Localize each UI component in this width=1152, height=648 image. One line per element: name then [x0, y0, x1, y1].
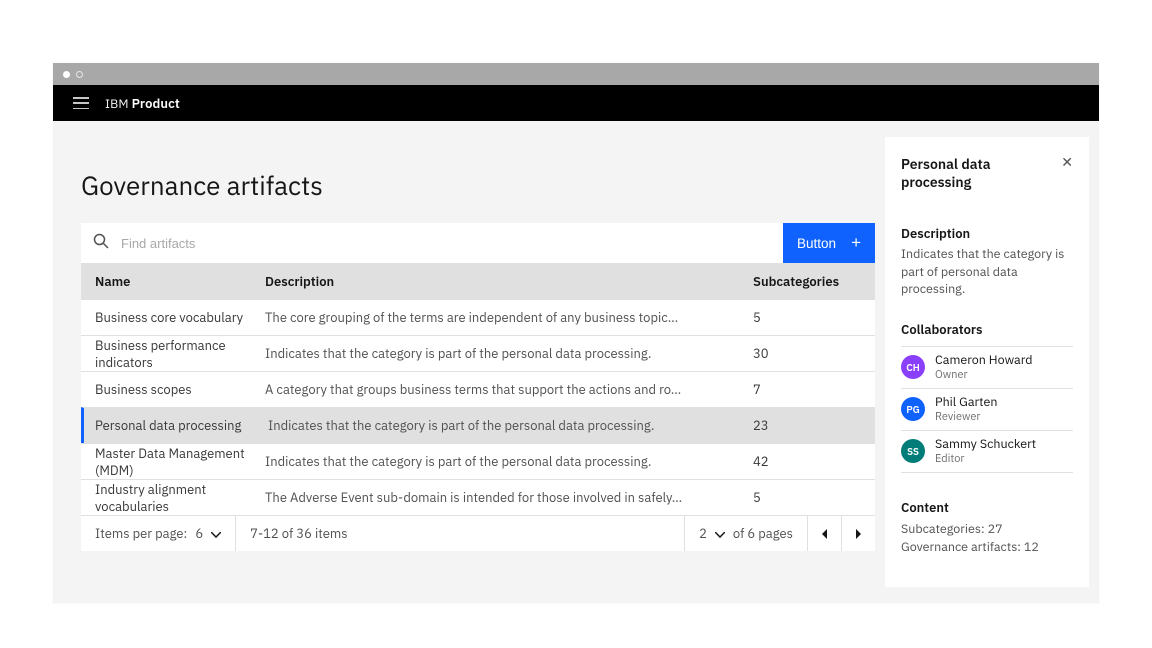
close-icon[interactable]: ✕ [1061, 155, 1073, 169]
current-page: 2 [699, 525, 707, 542]
items-per-page[interactable]: Items per page: 6 [81, 516, 236, 551]
cell-subcategories: 5 [753, 309, 875, 326]
collaborators-list: CH Cameron HowardOwner PG Phil GartenReview… [901, 346, 1073, 473]
cell-description: Indicates that the category is part of t… [268, 417, 753, 434]
add-button-label: Button [797, 236, 836, 251]
pagination: Items per page: 6 7-12 of 36 items 2 [81, 515, 875, 551]
avatar: SS [901, 439, 925, 463]
page-title: Governance artifacts [81, 137, 875, 223]
cell-description: Indicates that the category is part of t… [265, 345, 753, 362]
collaborator-text: Phil GartenReviewer [935, 395, 997, 424]
content-artifacts: Governance artifacts: 12 [901, 538, 1073, 557]
brand-product: Product [132, 95, 180, 112]
next-page-button[interactable] [841, 516, 875, 551]
cell-description: Indicates that the category is part of t… [265, 453, 753, 470]
table-row[interactable]: Business core vocabularyThe core groupin… [81, 299, 875, 335]
collaborator-role: Reviewer [935, 410, 997, 424]
pagination-range: 7-12 of 36 items [236, 516, 684, 551]
cell-name: Business performance indicators [81, 337, 265, 371]
cell-subcategories: 7 [753, 381, 875, 398]
collaborator-item[interactable]: PG Phil GartenReviewer [901, 389, 1073, 431]
items-per-page-label: Items per page: [95, 525, 187, 542]
cell-name: Industry alignment vocabularies [81, 481, 265, 515]
plus-icon: + [851, 233, 861, 253]
collaborator-name: Sammy Schuckert [935, 437, 1036, 452]
collaborators-heading: Collaborators [901, 321, 1073, 338]
prev-page-button[interactable] [807, 516, 841, 551]
cell-description: A category that groups business terms th… [265, 381, 753, 398]
collaborator-text: Cameron HowardOwner [935, 353, 1033, 382]
cell-subcategories: 23 [753, 417, 875, 434]
traffic-dot-2 [76, 71, 83, 78]
cell-description: The core grouping of the terms are indep… [265, 309, 753, 326]
search-input[interactable] [121, 236, 771, 251]
header-description: Description [265, 273, 753, 290]
cell-name: Master Data Management (MDM) [81, 445, 265, 479]
menu-icon[interactable] [73, 97, 89, 109]
content-subcategories: Subcategories: 27 [901, 520, 1073, 539]
collaborator-name: Phil Garten [935, 395, 997, 410]
side-panel: Personal data processing ✕ Description I… [885, 137, 1089, 587]
panel-title: Personal data processing [901, 155, 1061, 191]
table-toolbar: Button + [81, 223, 875, 263]
collaborator-role: Owner [935, 368, 1033, 382]
cell-name: Business core vocabulary [81, 309, 265, 326]
header-name: Name [81, 273, 265, 290]
brand-prefix: IBM [105, 96, 129, 112]
avatar: CH [901, 355, 925, 379]
table-row[interactable]: Personal data processingIndicates that t… [81, 407, 875, 443]
global-header: IBMProduct [53, 85, 1099, 121]
page-select[interactable]: 2 of 6 pages [684, 516, 807, 551]
collaborator-item[interactable]: SS Sammy SchuckertEditor [901, 431, 1073, 473]
collaborator-item[interactable]: CH Cameron HowardOwner [901, 347, 1073, 389]
chevron-down-icon [211, 525, 221, 542]
collaborator-text: Sammy SchuckertEditor [935, 437, 1036, 466]
items-per-page-value: 6 [195, 525, 203, 542]
cell-description: The Adverse Event sub-domain is intended… [265, 489, 753, 506]
collaborator-role: Editor [935, 452, 1036, 466]
add-button[interactable]: Button + [783, 223, 875, 263]
app-frame: IBMProduct Governance artifacts [53, 63, 1099, 603]
table-row[interactable]: Master Data Management (MDM)Indicates th… [81, 443, 875, 479]
table-row[interactable]: Industry alignment vocabulariesThe Adver… [81, 479, 875, 515]
main-pane: Governance artifacts Button + [81, 137, 875, 551]
collaborator-name: Cameron Howard [935, 353, 1033, 368]
table-row[interactable]: Business scopesA category that groups bu… [81, 371, 875, 407]
table-row[interactable]: Business performance indicatorsIndicates… [81, 335, 875, 371]
content-heading: Content [901, 499, 1073, 516]
window-titlebar [53, 63, 1099, 85]
description-text: Indicates that the category is part of p… [901, 246, 1073, 299]
cell-name: Business scopes [81, 381, 265, 398]
brand: IBMProduct [105, 95, 180, 112]
description-heading: Description [901, 225, 1073, 242]
chevron-down-icon [715, 525, 725, 542]
cell-subcategories: 5 [753, 489, 875, 506]
header-subcategories: Subcategories [753, 273, 875, 290]
search-wrap [81, 223, 783, 263]
table-header: Name Description Subcategories [81, 263, 875, 299]
avatar: PG [901, 397, 925, 421]
pages-suffix: of 6 pages [733, 525, 793, 542]
data-table: Button + Name Description Subcategories … [81, 223, 875, 551]
cell-subcategories: 30 [753, 345, 875, 362]
cell-name: Personal data processing [84, 417, 268, 434]
traffic-dot-1 [63, 71, 70, 78]
cell-subcategories: 42 [753, 453, 875, 470]
search-icon [93, 233, 109, 253]
